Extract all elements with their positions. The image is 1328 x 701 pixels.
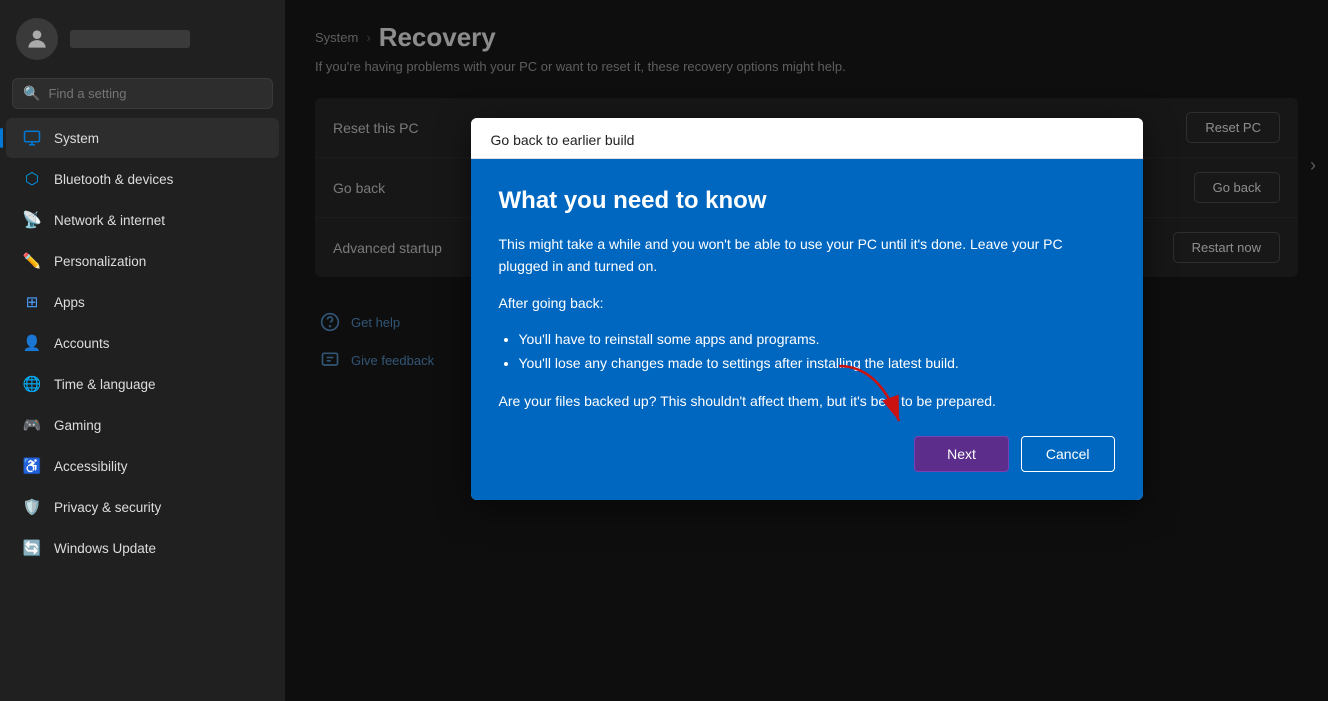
- sidebar-item-privacy[interactable]: 🛡️ Privacy & security: [6, 487, 279, 527]
- dialog-title: What you need to know: [499, 187, 1115, 215]
- sidebar-item-time[interactable]: 🌐 Time & language: [6, 364, 279, 404]
- update-icon: 🔄: [22, 538, 42, 558]
- sidebar-item-accessibility[interactable]: ♿ Accessibility: [6, 446, 279, 486]
- sidebar-item-network-label: Network & internet: [54, 213, 165, 228]
- dialog-body: What you need to know This might take a …: [471, 159, 1143, 500]
- avatar: [16, 18, 58, 60]
- sidebar-item-personalization-label: Personalization: [54, 254, 146, 269]
- sidebar-item-gaming[interactable]: 🎮 Gaming: [6, 405, 279, 445]
- dialog-body-text2: After going back:: [499, 292, 1115, 314]
- sidebar-item-system-label: System: [54, 131, 99, 146]
- accounts-icon: 👤: [22, 333, 42, 353]
- gaming-icon: 🎮: [22, 415, 42, 435]
- dialog-titlebar-text: Go back to earlier build: [491, 132, 635, 148]
- cancel-button[interactable]: Cancel: [1021, 436, 1115, 472]
- user-name-placeholder: [70, 30, 190, 48]
- sidebar-item-apps-label: Apps: [54, 295, 85, 310]
- network-icon: 📡: [22, 210, 42, 230]
- sidebar-item-bluetooth[interactable]: ⬡ Bluetooth & devices: [6, 159, 279, 199]
- dialog-bullet-2: You'll lose any changes made to settings…: [519, 352, 1115, 376]
- sidebar-item-network[interactable]: 📡 Network & internet: [6, 200, 279, 240]
- accessibility-icon: ♿: [22, 456, 42, 476]
- dialog-actions: Next Cancel: [499, 426, 1115, 472]
- sidebar: 🔍 System ⬡ Bluetooth & devices 📡 Network…: [0, 0, 285, 701]
- sidebar-item-privacy-label: Privacy & security: [54, 500, 161, 515]
- main-content: System › Recovery If you're having probl…: [285, 0, 1328, 701]
- next-button[interactable]: Next: [914, 436, 1009, 472]
- dialog-overlay: Go back to earlier build What you need t…: [285, 0, 1328, 701]
- sidebar-item-update-label: Windows Update: [54, 541, 156, 556]
- sidebar-item-time-label: Time & language: [54, 377, 156, 392]
- sidebar-item-system[interactable]: System: [6, 118, 279, 158]
- sidebar-item-accessibility-label: Accessibility: [54, 459, 128, 474]
- sidebar-user: [0, 0, 285, 74]
- system-icon: [22, 128, 42, 148]
- apps-icon: ⊞: [22, 292, 42, 312]
- search-box[interactable]: 🔍: [12, 78, 273, 109]
- dialog-bullet-list: You'll have to reinstall some apps and p…: [519, 328, 1115, 376]
- dialog-body-text1: This might take a while and you won't be…: [499, 233, 1115, 278]
- dialog-bullet-1: You'll have to reinstall some apps and p…: [519, 328, 1115, 352]
- sidebar-item-accounts[interactable]: 👤 Accounts: [6, 323, 279, 363]
- nav-list: System ⬡ Bluetooth & devices 📡 Network &…: [0, 117, 285, 701]
- personalization-icon: ✏️: [22, 251, 42, 271]
- sidebar-item-accounts-label: Accounts: [54, 336, 110, 351]
- dialog-titlebar: Go back to earlier build: [471, 118, 1143, 159]
- sidebar-item-update[interactable]: 🔄 Windows Update: [6, 528, 279, 568]
- dialog-body-text3: Are your files backed up? This shouldn't…: [499, 390, 1115, 412]
- sidebar-item-bluetooth-label: Bluetooth & devices: [54, 172, 173, 187]
- time-icon: 🌐: [22, 374, 42, 394]
- sidebar-item-gaming-label: Gaming: [54, 418, 101, 433]
- privacy-icon: 🛡️: [22, 497, 42, 517]
- sidebar-item-apps[interactable]: ⊞ Apps: [6, 282, 279, 322]
- dialog: Go back to earlier build What you need t…: [471, 118, 1143, 500]
- sidebar-item-personalization[interactable]: ✏️ Personalization: [6, 241, 279, 281]
- bluetooth-icon: ⬡: [22, 169, 42, 189]
- search-icon: 🔍: [23, 85, 40, 102]
- search-input[interactable]: [48, 86, 262, 101]
